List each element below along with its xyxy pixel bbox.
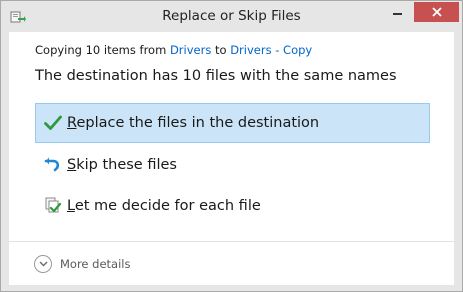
copy-info-line: Copying 10 items from Drivers to Drivers… — [35, 43, 312, 57]
decide-each-file-label: Let me decide for each file — [67, 198, 261, 214]
skip-mnemonic: S — [67, 157, 77, 173]
more-details-toggle[interactable]: More details — [34, 254, 130, 274]
replace-files-label: Replace the files in the destination — [67, 115, 319, 131]
footer-divider — [9, 241, 454, 242]
replace-label-rest: eplace the files in the destination — [76, 115, 320, 131]
close-button[interactable] — [414, 2, 459, 22]
replace-skip-dialog: Replace or Skip Files Copying 10 items f… — [0, 0, 463, 292]
chevron-down-circle-icon — [34, 255, 52, 273]
source-folder-link[interactable]: Drivers — [170, 43, 211, 57]
close-icon — [431, 7, 442, 17]
minimize-button[interactable] — [384, 2, 410, 22]
green-check-icon — [43, 113, 63, 133]
replace-files-option[interactable]: Replace the files in the destination — [35, 103, 430, 143]
decide-files-icon — [43, 196, 63, 216]
skip-arrow-icon — [43, 155, 63, 175]
minimize-icon — [392, 13, 402, 15]
decide-each-file-option[interactable]: Let me decide for each file — [35, 186, 430, 226]
copy-info-joiner: to — [215, 43, 227, 57]
title-bar[interactable]: Replace or Skip Files — [1, 1, 462, 32]
copy-info-prefix: Copying 10 items from — [35, 43, 167, 57]
more-details-label: More details — [60, 257, 131, 271]
skip-files-label: Skip these files — [67, 157, 177, 173]
skip-label-rest: kip these files — [76, 157, 177, 173]
decide-mnemonic: L — [67, 198, 75, 214]
skip-files-option[interactable]: Skip these files — [35, 145, 430, 185]
conflict-heading: The destination has 10 files with the sa… — [35, 68, 397, 84]
dialog-content: Copying 10 items from Drivers to Drivers… — [9, 32, 454, 285]
destination-folder-link[interactable]: Drivers - Copy — [230, 43, 312, 57]
decide-label-rest: et me decide for each file — [74, 198, 261, 214]
